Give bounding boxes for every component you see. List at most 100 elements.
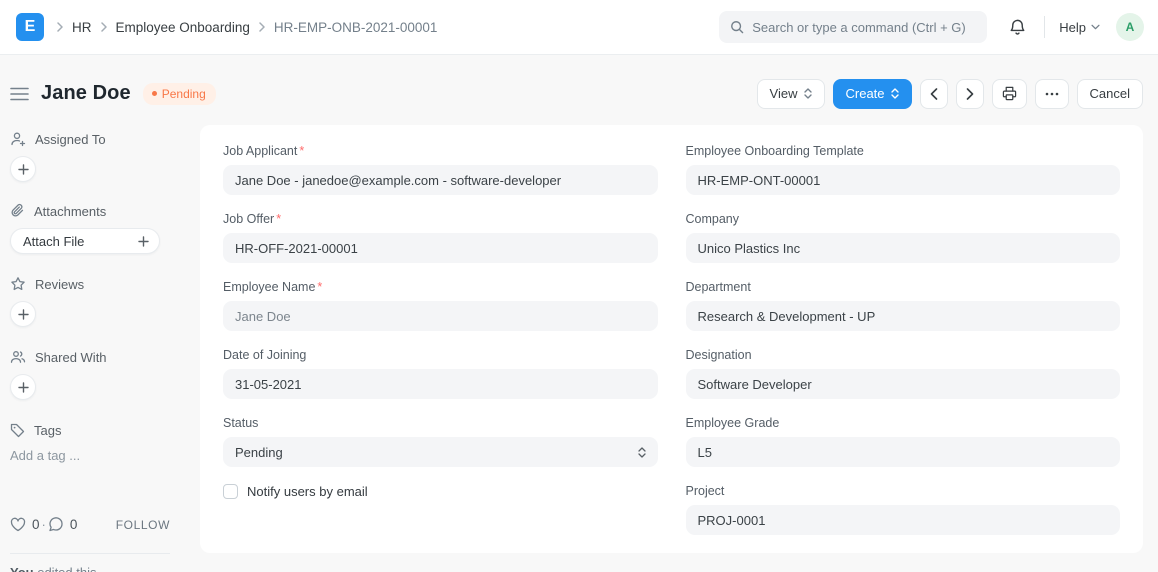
form-main: Job Applicant * Jane Doe - janedoe@exampl… <box>200 115 1143 553</box>
add-tag-input[interactable]: Add a tag ... <box>10 448 170 463</box>
onboarding-template-input[interactable]: HR-EMP-ONT-00001 <box>685 165 1120 195</box>
create-button[interactable]: Create <box>832 78 912 109</box>
page-title: Jane Doe <box>41 82 131 104</box>
field-date-of-joining: Date of Joining 31-05-2021 <box>223 348 658 399</box>
previous-record-button[interactable] <box>919 78 948 109</box>
add-review-button[interactable] <box>10 301 36 327</box>
app-window: E HR Employee Onboarding HR-EMP-ONB-2021… <box>0 0 1158 572</box>
like-counter[interactable]: 0 <box>10 517 40 532</box>
assigned-to-section: Assigned To <box>10 131 170 147</box>
required-asterisk: * <box>276 212 282 226</box>
search-icon <box>730 20 744 34</box>
field-status: Status Pending <box>223 416 658 467</box>
field-label: Designation <box>685 348 752 362</box>
next-record-button[interactable] <box>955 78 984 109</box>
checkbox-unchecked-icon[interactable] <box>223 484 238 499</box>
attach-file-button[interactable]: Attach File <box>10 228 160 254</box>
shared-with-label: Shared With <box>35 349 107 365</box>
notifications-bell-icon[interactable] <box>1009 18 1026 36</box>
breadcrumb: HR Employee Onboarding HR-EMP-ONB-2021-0… <box>50 20 437 35</box>
global-search[interactable] <box>719 11 988 43</box>
heart-icon <box>10 517 26 532</box>
help-label: Help <box>1059 19 1086 35</box>
select-caret-icon <box>803 88 812 99</box>
date-of-joining-input[interactable]: 31-05-2021 <box>223 369 658 399</box>
page-header: Jane Doe Pending View Create Cancel <box>0 55 1158 115</box>
comment-counter[interactable]: 0 <box>48 517 78 532</box>
plus-icon <box>138 235 149 247</box>
designation-input[interactable]: Software Developer <box>685 369 1120 399</box>
project-input[interactable]: PROJ-0001 <box>685 505 1120 535</box>
job-offer-input[interactable]: HR-OFF-2021-00001 <box>223 233 658 263</box>
field-label: Employee Onboarding Template <box>685 144 864 158</box>
field-department: Department Research & Development - UP <box>685 280 1120 331</box>
chevron-down-icon <box>1091 24 1100 30</box>
breadcrumb-item-employee-onboarding[interactable]: Employee Onboarding <box>116 20 250 35</box>
notify-users-checkbox-row[interactable]: Notify users by email <box>223 484 658 499</box>
help-menu[interactable]: Help <box>1059 20 1100 35</box>
menu-ellipsis-button[interactable] <box>1034 78 1069 109</box>
field-employee-name: Employee Name * Jane Doe <box>223 280 658 331</box>
job-applicant-input[interactable]: Jane Doe - janedoe@example.com - softwar… <box>223 165 658 195</box>
reviews-label: Reviews <box>35 276 85 292</box>
employee-name-input[interactable]: Jane Doe <box>223 301 658 331</box>
chevron-right-icon <box>252 22 272 32</box>
plus-icon <box>17 308 29 320</box>
tags-section: Tags <box>10 423 170 438</box>
like-count: 0 <box>32 517 40 532</box>
shared-with-section: Shared With <box>10 349 170 365</box>
follow-button[interactable]: FOLLOW <box>116 518 170 532</box>
field-label: Project <box>685 484 725 498</box>
chevron-left-icon <box>930 87 938 100</box>
status-badge: Pending <box>142 82 216 105</box>
notify-users-label: Notify users by email <box>247 484 368 499</box>
status-select[interactable]: Pending <box>223 437 658 467</box>
field-project: Project PROJ-0001 <box>685 484 1120 535</box>
ellipsis-icon <box>1045 92 1059 96</box>
sidebar-divider <box>10 553 170 554</box>
tag-icon <box>10 423 25 438</box>
department-input[interactable]: Research & Development - UP <box>685 301 1120 331</box>
chevron-right-icon <box>966 87 974 100</box>
comment-icon <box>48 517 64 532</box>
field-onboarding-template: Employee Onboarding Template HR-EMP-ONT-… <box>685 144 1120 195</box>
add-share-button[interactable] <box>10 374 36 400</box>
field-company: Company Unico Plastics Inc <box>685 212 1120 263</box>
cancel-button[interactable]: Cancel <box>1076 78 1143 109</box>
people-icon <box>10 349 26 365</box>
print-button[interactable] <box>991 78 1027 109</box>
page-actions: View Create Cancel <box>756 78 1143 109</box>
field-designation: Designation Software Developer <box>685 348 1120 399</box>
select-caret-icon <box>890 88 899 99</box>
company-input[interactable]: Unico Plastics Inc <box>685 233 1120 263</box>
form-card: Job Applicant * Jane Doe - janedoe@exampl… <box>200 125 1143 553</box>
select-caret-icon <box>637 446 646 458</box>
app-logo[interactable]: E <box>16 13 44 41</box>
status-dot-icon <box>151 91 157 96</box>
field-label: Date of Joining <box>223 348 307 362</box>
employee-grade-input[interactable]: L5 <box>685 437 1120 467</box>
field-label: Job Offer <box>223 212 275 226</box>
view-button[interactable]: View <box>756 78 825 109</box>
last-edited-info[interactable]: You edited this 4 days ago <box>10 564 170 572</box>
sidebar-footer: 0 · 0 FOLLOW <box>10 517 170 532</box>
add-assignment-button[interactable] <box>10 156 36 182</box>
sidebar-toggle-menu-icon[interactable] <box>10 87 29 101</box>
search-input[interactable] <box>752 19 977 35</box>
breadcrumb-item-hr[interactable]: HR <box>72 20 92 35</box>
field-employee-grade: Employee Grade L5 <box>685 416 1120 467</box>
required-asterisk: * <box>299 144 305 158</box>
edited-by: You <box>10 565 34 572</box>
printer-icon <box>1002 86 1017 101</box>
field-label: Company <box>685 212 740 226</box>
required-asterisk: * <box>317 280 323 294</box>
chevron-right-icon <box>94 22 114 32</box>
reviews-section: Reviews <box>10 276 170 292</box>
navbar-right: Help A <box>719 11 1144 43</box>
page-content: Assigned To Attachments Attach File Revi… <box>0 115 1158 572</box>
breadcrumb-item-current: HR-EMP-ONB-2021-00001 <box>273 19 438 35</box>
comment-count: 0 <box>69 517 78 532</box>
field-label: Department <box>685 280 751 294</box>
field-label: Job Applicant <box>223 144 298 158</box>
user-avatar[interactable]: A <box>1116 13 1144 41</box>
